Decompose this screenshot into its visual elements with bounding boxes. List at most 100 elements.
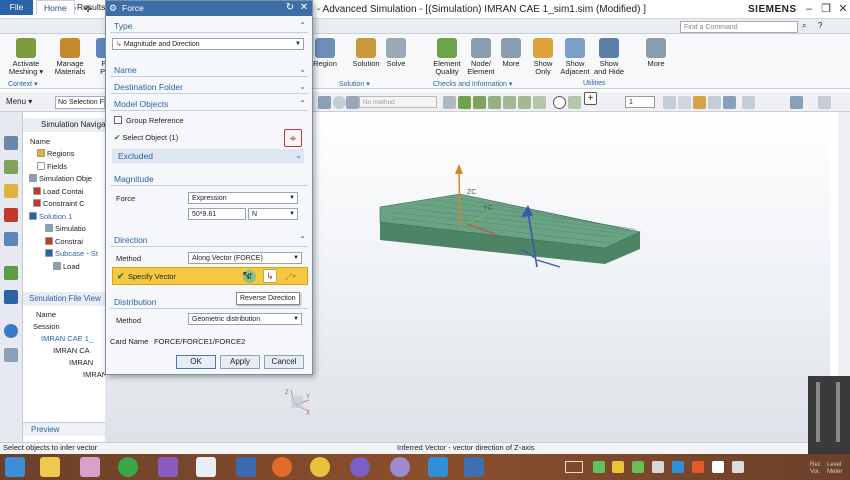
command-search-input[interactable]: Find a Command <box>680 21 798 33</box>
quadrant-icon[interactable] <box>533 96 546 109</box>
tree-item[interactable]: Fields <box>25 161 105 173</box>
excluded-subsection[interactable]: Excluded ⌄ <box>112 149 304 163</box>
orient-icon[interactable] <box>318 96 331 109</box>
skype-icon[interactable] <box>428 457 448 477</box>
tray-icon-3[interactable] <box>632 461 644 473</box>
destination-section[interactable]: Destination Folder ⌄ <box>110 80 308 94</box>
point-on-surface-icon[interactable] <box>568 96 581 109</box>
zoom-icon[interactable] <box>742 96 755 109</box>
vector-dialog-icon[interactable]: ↳ <box>263 269 277 283</box>
view-icon[interactable] <box>346 96 359 109</box>
tray-icon-2[interactable] <box>612 461 624 473</box>
panel-icon[interactable] <box>818 96 831 109</box>
file-explorer-icon[interactable] <box>40 457 60 477</box>
history-tab-icon[interactable] <box>4 266 18 280</box>
inferred-vector-icon[interactable]: ⤢▾ <box>285 269 305 283</box>
ribbon-button-solve-2[interactable]: Solve <box>377 38 415 68</box>
file-view-item[interactable]: Session <box>25 321 105 333</box>
reset-icon[interactable]: ↻ <box>284 2 296 14</box>
tray-icon-6[interactable] <box>692 461 704 473</box>
ribbon-button-element-quality-3[interactable]: Element Quality <box>428 38 466 76</box>
crosshair-icon[interactable]: + <box>584 92 597 105</box>
intersection-icon[interactable] <box>503 96 516 109</box>
direction-method-select[interactable]: Along Vector (FORCE) ▼ <box>188 252 302 264</box>
file-view-item[interactable]: IMRAN CA <box>25 345 105 357</box>
solution-group-label[interactable]: Solution ▾ <box>339 80 370 88</box>
volume-icon[interactable] <box>732 461 744 473</box>
display-icon[interactable] <box>790 96 803 109</box>
web-tab-icon[interactable] <box>4 324 18 338</box>
file-view-item[interactable]: IMRAN ... <box>25 369 105 381</box>
menu-button[interactable]: Menu ▾ <box>6 97 32 106</box>
minimize-icon[interactable]: – <box>802 2 816 16</box>
ok-button[interactable]: OK <box>176 355 216 369</box>
layer-select[interactable]: 1 <box>625 96 655 108</box>
context-group-label[interactable]: Context ▾ <box>8 80 38 88</box>
type-section[interactable]: Type ⌃ <box>110 19 308 33</box>
tab-file[interactable]: File <box>0 0 33 15</box>
book-icon[interactable] <box>236 457 256 477</box>
gear-icon[interactable]: ⚙ <box>109 3 119 13</box>
file-view-item[interactable]: IMRAN CAE 1_ <box>25 333 105 345</box>
roles-tab-icon[interactable] <box>4 348 18 362</box>
visual-studio-icon[interactable] <box>158 457 178 477</box>
tree-item[interactable]: Load <box>25 261 105 273</box>
force-value-input[interactable]: 50*9.81 <box>188 208 246 220</box>
checks-group-label[interactable]: Checks and Information ▾ <box>433 80 512 88</box>
file-view-item[interactable]: IMRAN <box>25 357 105 369</box>
reuse-tab-icon[interactable] <box>4 232 18 246</box>
start-icon[interactable] <box>5 457 25 477</box>
ribbon-button-mesh[interactable]: Activate Meshing ▾ <box>6 38 46 76</box>
tree-item[interactable]: Constraint C <box>25 198 105 210</box>
restore-icon[interactable]: ❐ <box>819 2 833 16</box>
firefox-icon[interactable] <box>272 457 292 477</box>
pan-icon[interactable] <box>708 96 721 109</box>
tree-item[interactable]: Load Contai <box>25 186 105 198</box>
specify-vector-row[interactable]: ✔ Specify Vector ⇵ ↳ ⤢▾ <box>112 267 308 285</box>
rotate-icon[interactable] <box>693 96 706 109</box>
tree-item[interactable]: Regions <box>25 148 105 160</box>
tree-item[interactable]: Simulation Obje <box>25 173 105 185</box>
endpoint-icon[interactable] <box>458 96 471 109</box>
help-icon[interactable]: ? <box>818 21 822 30</box>
apply-button[interactable]: Apply <box>220 355 260 369</box>
snap-point-icon[interactable] <box>443 96 456 109</box>
layer-settings-icon[interactable] <box>663 96 676 109</box>
app-icon-2[interactable] <box>390 457 410 477</box>
rec-volume-slider[interactable] <box>816 382 820 442</box>
ribbon-button-materials[interactable]: Manage Materials <box>50 38 90 76</box>
wifi-icon[interactable] <box>712 461 724 473</box>
method-select[interactable]: No method <box>359 96 437 108</box>
viber-icon[interactable] <box>350 457 370 477</box>
close-icon[interactable]: ✕ <box>298 2 310 14</box>
group-reference-checkbox[interactable]: Group Reference <box>114 116 184 125</box>
magnitude-section[interactable]: Magnitude <box>110 172 308 186</box>
part-tab-icon[interactable] <box>4 208 18 222</box>
tree-item[interactable]: Subcase - St <box>25 248 105 260</box>
app-icon[interactable] <box>80 457 100 477</box>
tray-icon-4[interactable] <box>652 461 664 473</box>
tray-icon-5[interactable] <box>672 461 684 473</box>
system-tab-icon[interactable] <box>4 290 18 304</box>
type-select[interactable]: ↳ Magnitude and Direction ▼ <box>112 38 304 50</box>
arc-center-icon[interactable] <box>518 96 531 109</box>
ribbon-button-more-9[interactable]: More <box>637 38 675 68</box>
chrome-icon[interactable] <box>310 457 330 477</box>
render-icon[interactable] <box>333 96 346 109</box>
navigator-tab-icon[interactable] <box>4 136 18 150</box>
cancel-button[interactable]: Cancel <box>264 355 304 369</box>
tab-home[interactable]: Home <box>36 0 75 15</box>
tray-icon-1[interactable] <box>593 461 605 473</box>
keyboard-icon[interactable] <box>565 461 583 473</box>
direction-section[interactable]: Direction ⌃ <box>110 233 308 247</box>
ribbon-button-show-hide-8[interactable]: Show and Hide <box>590 38 628 76</box>
tree-item[interactable]: Solution 1 <box>25 211 105 223</box>
close-window-icon[interactable]: ✕ <box>836 2 850 16</box>
calendar-icon[interactable] <box>196 457 216 477</box>
work-layer-icon[interactable] <box>678 96 691 109</box>
xbox-icon[interactable] <box>118 457 138 477</box>
control-point-icon[interactable] <box>488 96 501 109</box>
fit-icon[interactable] <box>723 96 736 109</box>
midpoint-icon[interactable] <box>473 96 486 109</box>
selection-filter-select[interactable]: No Selection F <box>55 96 105 109</box>
